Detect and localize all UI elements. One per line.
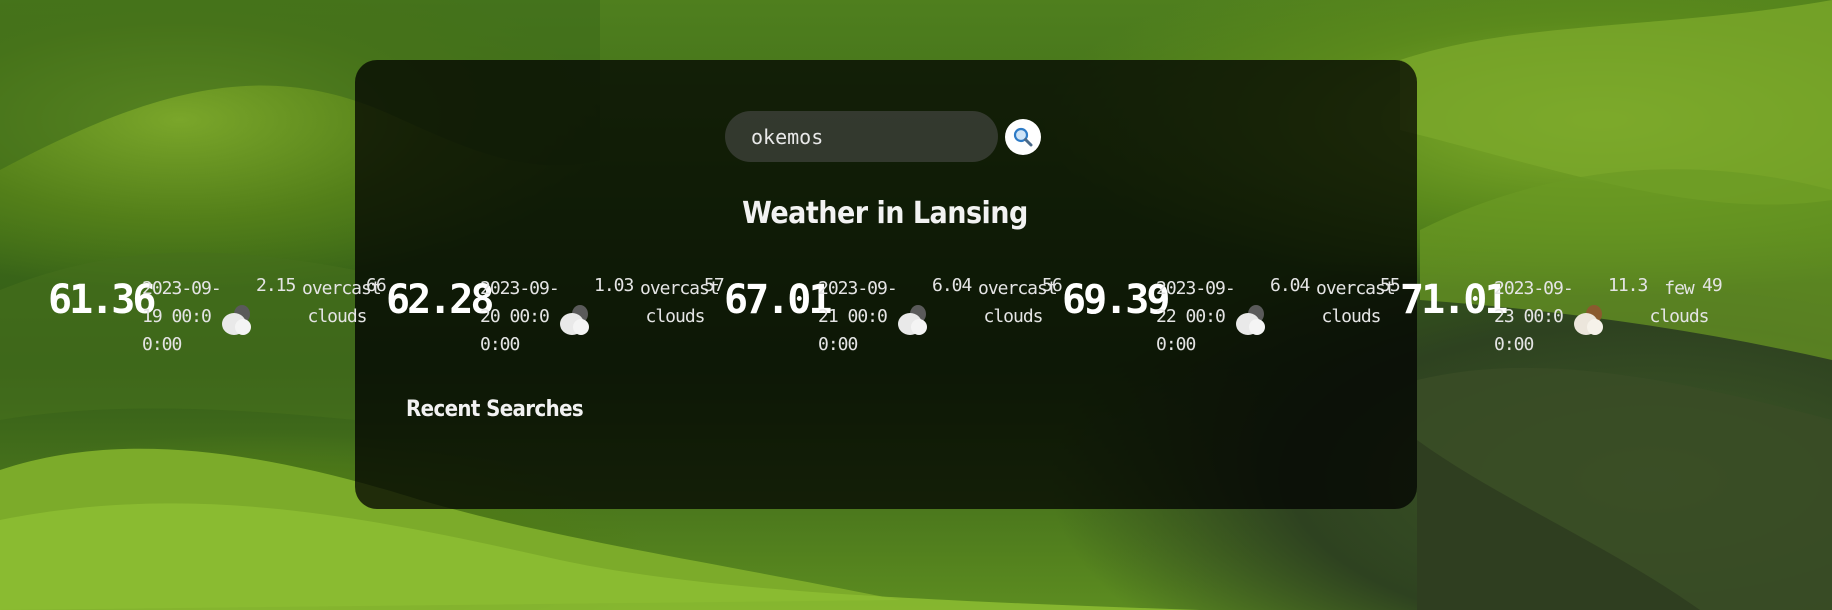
humidity: 66	[366, 275, 387, 296]
forecast-date: 2023-09-19 00:00:00	[142, 278, 222, 355]
overcast-clouds-icon	[222, 305, 251, 335]
forecast-day: 62.28 2023-09-20 00:00:00 1.03 overcast …	[386, 270, 725, 370]
humidity: 55	[1380, 275, 1401, 296]
wind-speed: 6.04	[1270, 275, 1310, 296]
wind-speed: 6.04	[932, 275, 972, 296]
temperature: 61.36	[48, 277, 156, 323]
overcast-clouds-icon	[898, 305, 927, 335]
temperature: 71.01	[1400, 277, 1508, 323]
forecast-date: 2023-09-20 00:00:00	[480, 278, 560, 355]
wind-speed: 11.3	[1608, 275, 1648, 296]
forecast-date: 2023-09-22 00:00:00	[1156, 278, 1236, 355]
search-input[interactable]	[725, 111, 998, 162]
wind-speed: 1.03	[594, 275, 634, 296]
weather-description: overcast clouds	[302, 278, 382, 327]
city-title: Weather in Lansing	[742, 196, 1028, 231]
search-icon	[1013, 127, 1033, 147]
humidity: 49	[1702, 275, 1723, 296]
wind-speed: 2.15	[256, 275, 296, 296]
temperature: 67.01	[724, 277, 832, 323]
forecast-day: 71.01 2023-09-23 00:00:00 11.3 few cloud…	[1400, 270, 1730, 370]
forecast-date: 2023-09-21 00:00:00	[818, 278, 898, 355]
temperature: 62.28	[386, 277, 494, 323]
humidity: 56	[1042, 275, 1063, 296]
recent-searches-heading: Recent Searches	[406, 397, 584, 422]
forecast-day: 69.39 2023-09-22 00:00:00 6.04 overcast …	[1062, 270, 1401, 370]
weather-description: overcast clouds	[640, 278, 720, 327]
overcast-clouds-icon	[1236, 305, 1265, 335]
humidity: 57	[704, 275, 725, 296]
temperature: 69.39	[1062, 277, 1170, 323]
overcast-clouds-icon	[560, 305, 589, 335]
weather-description: overcast clouds	[978, 278, 1058, 327]
forecast-day: 61.36 2023-09-19 00:00:00 2.15 overcast …	[48, 270, 387, 370]
forecast-date: 2023-09-23 00:00:00	[1494, 278, 1574, 355]
few-clouds-icon	[1574, 305, 1603, 335]
search-button[interactable]	[1005, 119, 1041, 155]
forecast-list: 61.36 2023-09-19 00:00:00 2.15 overcast …	[0, 270, 1832, 370]
weather-description: overcast clouds	[1316, 278, 1396, 327]
forecast-day: 67.01 2023-09-21 00:00:00 6.04 overcast …	[724, 270, 1063, 370]
